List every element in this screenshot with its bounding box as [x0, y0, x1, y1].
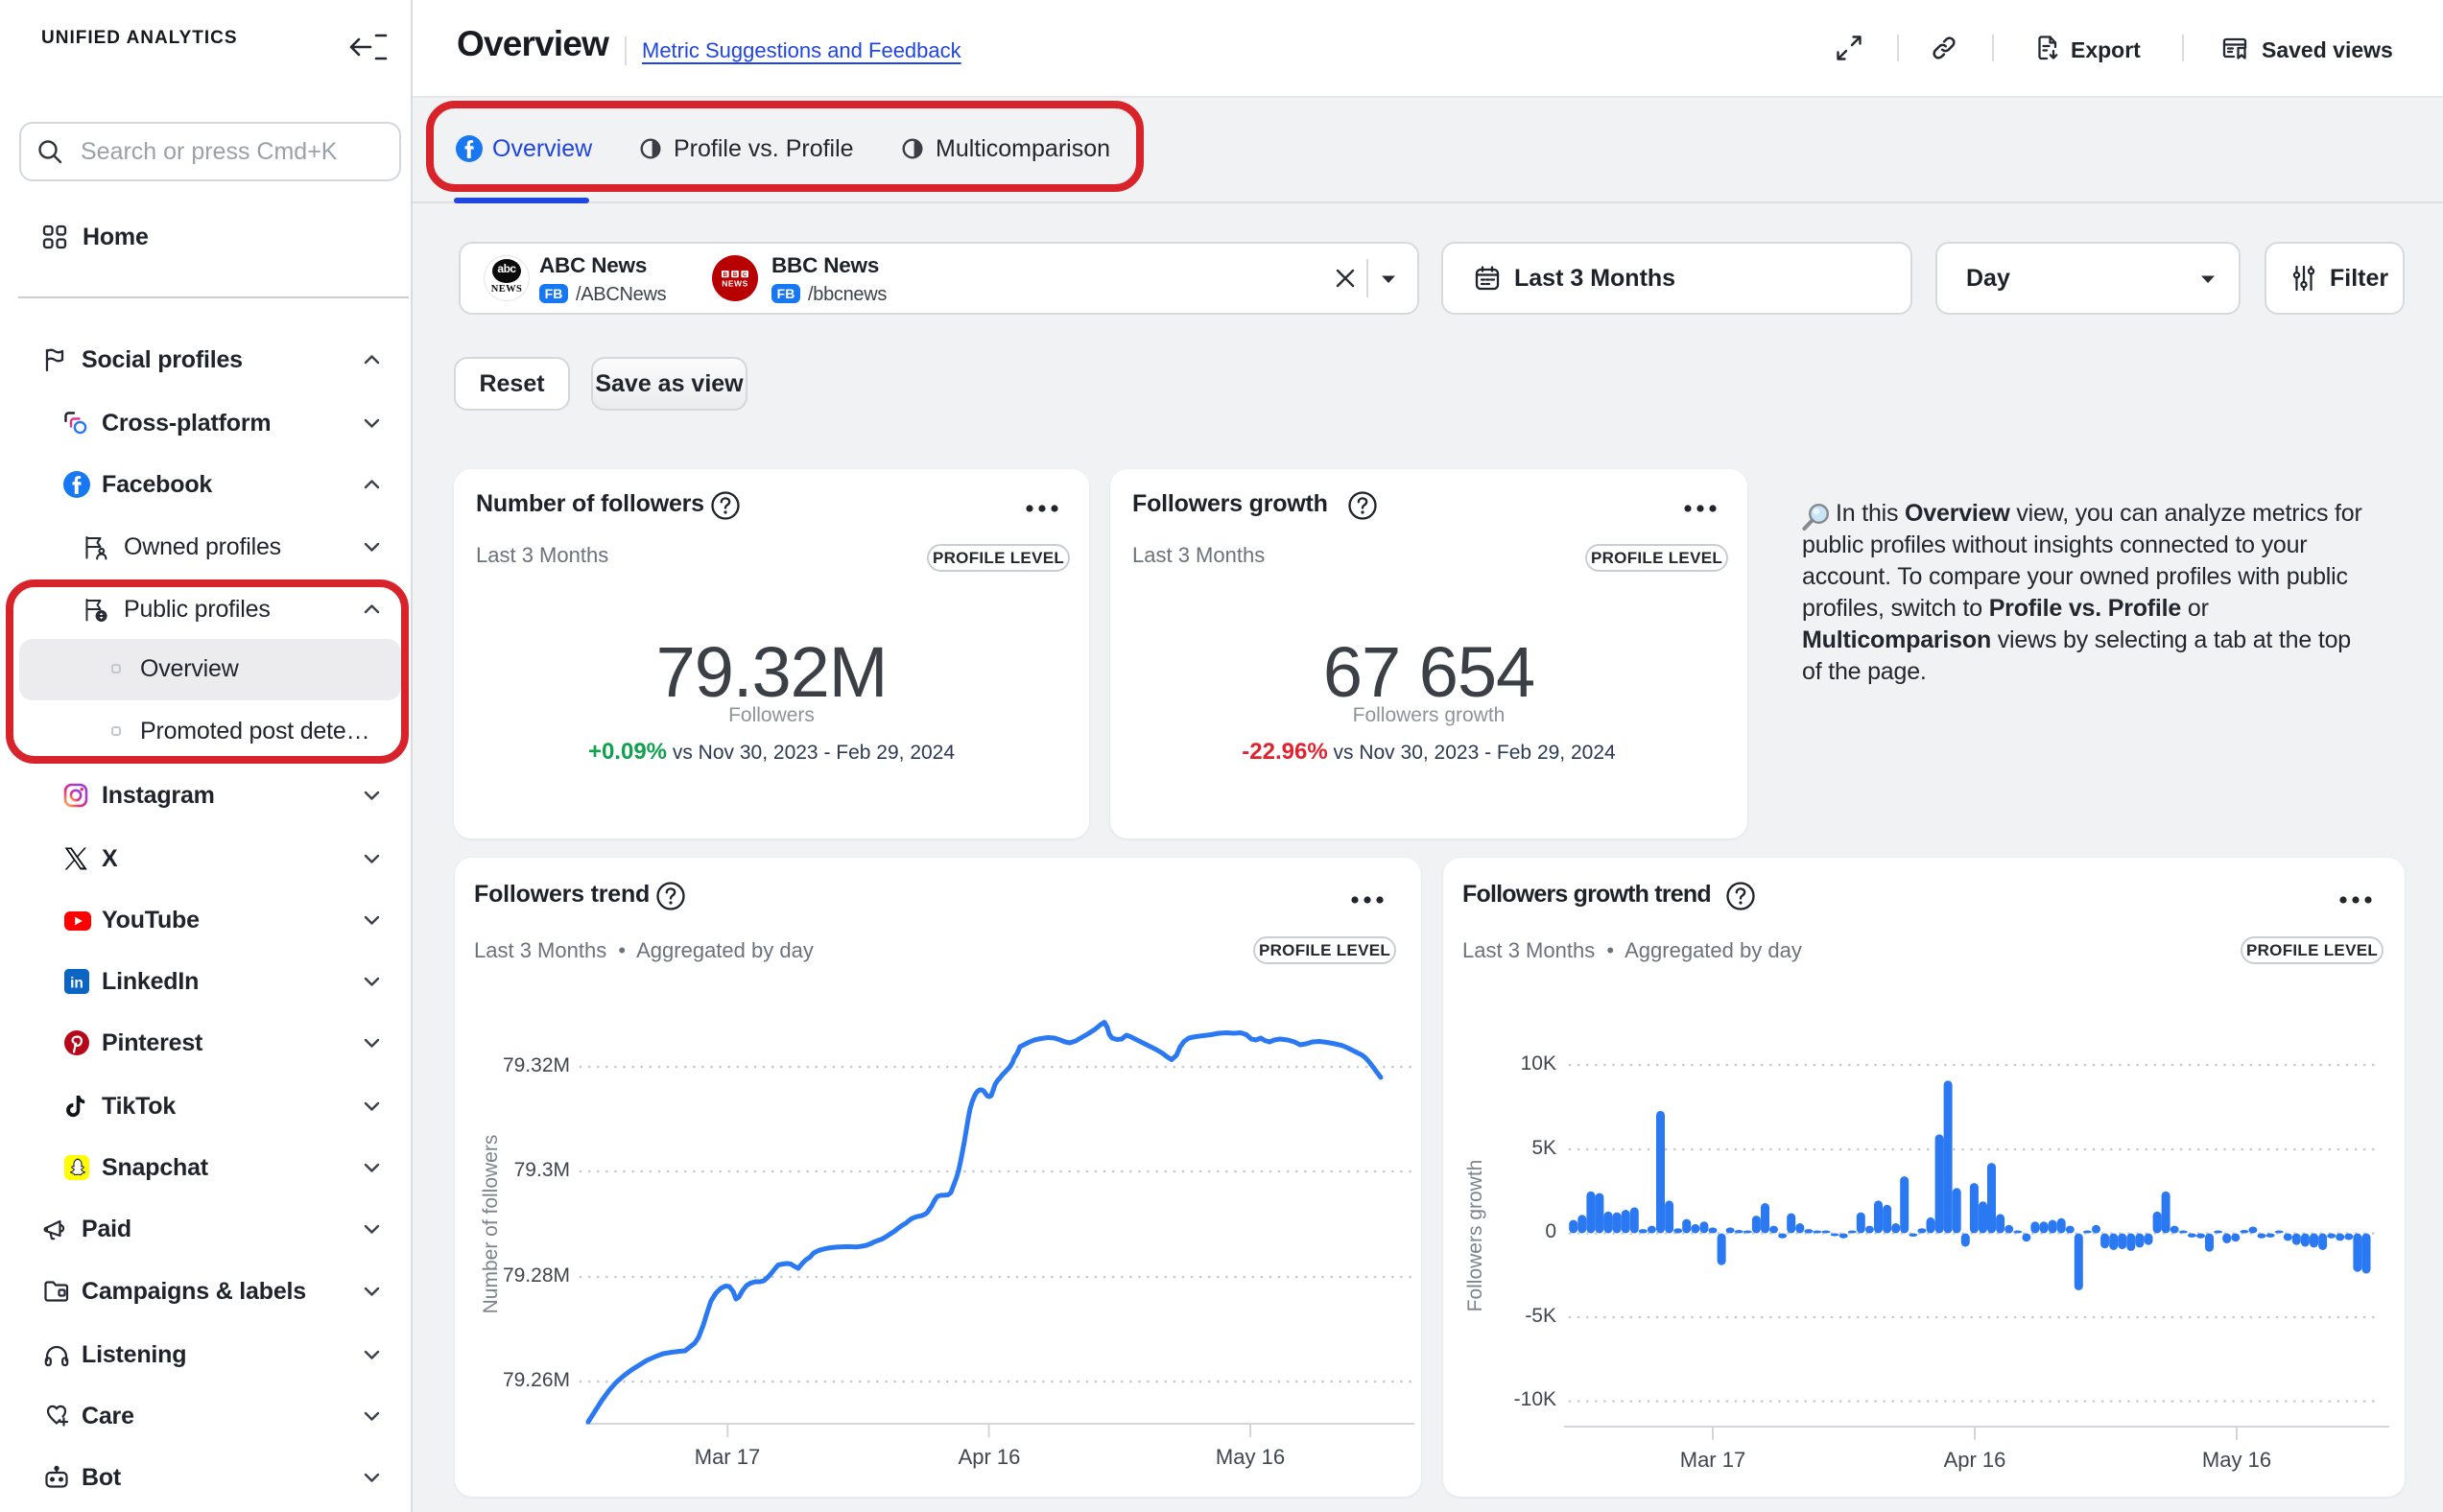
svg-text:NEWS: NEWS	[722, 279, 748, 289]
svg-text:in: in	[70, 976, 83, 992]
svg-text:B: B	[733, 272, 738, 278]
svg-text:B: B	[723, 272, 728, 278]
svg-text:C: C	[743, 272, 747, 278]
